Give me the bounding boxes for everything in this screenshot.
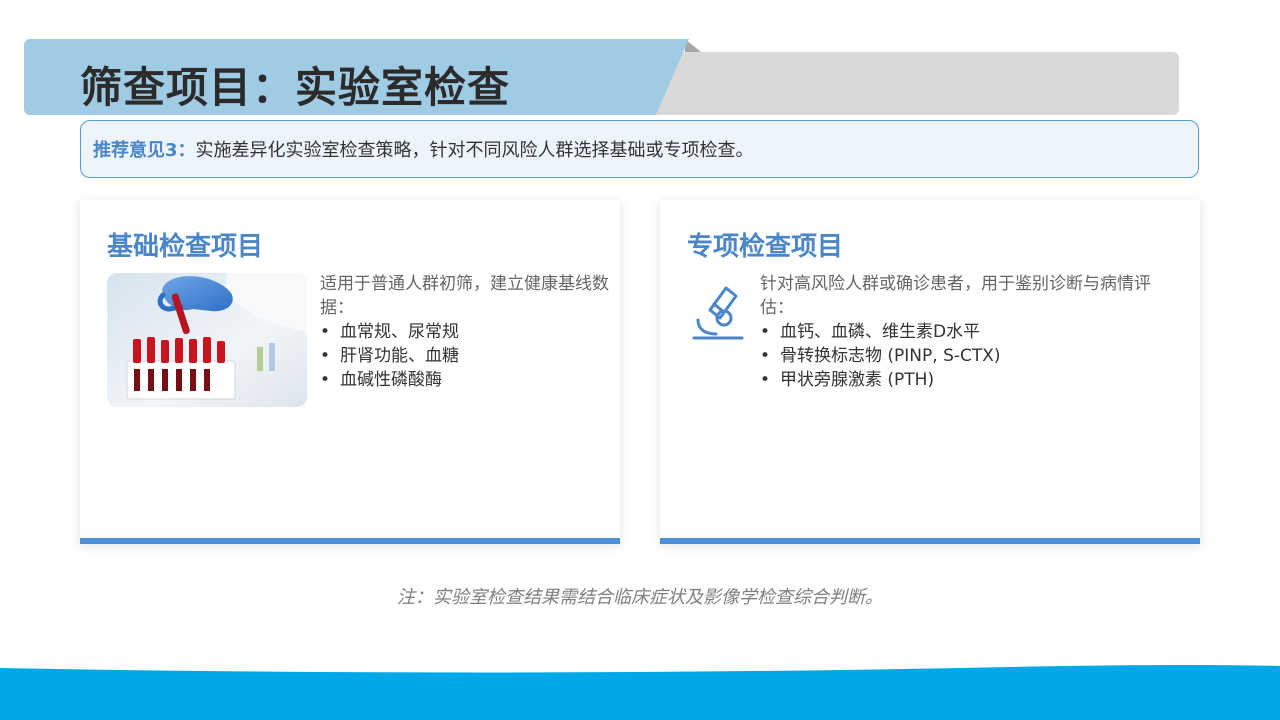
page-title: 筛查项目：实验室检查 bbox=[80, 63, 511, 112]
list-item: 骨转换标志物 (PINP, S-CTX) bbox=[760, 344, 1180, 368]
test-list: 血常规、尿常规 肝肾功能、血糖 血碱性磷酸酶 bbox=[320, 320, 610, 392]
card-title: 专项检查项目 bbox=[687, 232, 844, 262]
card-basic-tests: 基础检查项目 适用于普通人群初筛，建立健康基线数据： • 血常规、尿常规 • 肝… bbox=[80, 200, 620, 544]
card-description: 适用于普通人群初筛，建立健康基线数据： bbox=[320, 274, 609, 318]
card-body: 适用于普通人群初筛，建立健康基线数据： 血常规、尿常规 肝肾功能、血糖 血碱性磷… bbox=[320, 272, 610, 392]
test-list: 血钙、血磷、维生素D水平 骨转换标志物 (PINP, S-CTX) 甲状旁腺激素… bbox=[760, 320, 1180, 392]
list-item: 血碱性磷酸酶 bbox=[320, 368, 610, 392]
recommendation-box: 推荐意见3： 实施差异化实验室检查策略，针对不同风险人群选择基础或专项检查。 bbox=[80, 120, 1199, 178]
card-title: 基础检查项目 bbox=[107, 232, 264, 262]
recommendation-text: 实施差异化实验室检查策略，针对不同风险人群选择基础或专项检查。 bbox=[195, 140, 754, 161]
list-item: 血常规、尿常规 bbox=[320, 320, 610, 344]
recommendation-label: 推荐意见3： bbox=[93, 140, 196, 161]
footnote: 注：实验室检查结果需结合临床症状及影像学检查综合判断。 bbox=[397, 587, 883, 608]
list-item: 肝肾功能、血糖 bbox=[320, 344, 610, 368]
bottom-wave-decoration bbox=[0, 664, 1280, 720]
card-description: 针对高风险人群或确诊患者，用于鉴别诊断与病情评估： bbox=[760, 274, 1151, 318]
blood-sample-photo bbox=[107, 273, 307, 407]
card-body: 针对高风险人群或确诊患者，用于鉴别诊断与病情评估： 血钙、血磷、维生素D水平 骨… bbox=[760, 272, 1180, 392]
list-item: 血钙、血磷、维生素D水平 bbox=[760, 320, 1180, 344]
list-item: 甲状旁腺激素 (PTH) bbox=[760, 368, 1180, 392]
microscope-icon bbox=[690, 282, 746, 342]
card-specialized-tests: 专项检查项目 针对高风险人群或确诊患者，用于鉴别诊断与病情评估： 血钙、血磷、维… bbox=[660, 200, 1200, 544]
